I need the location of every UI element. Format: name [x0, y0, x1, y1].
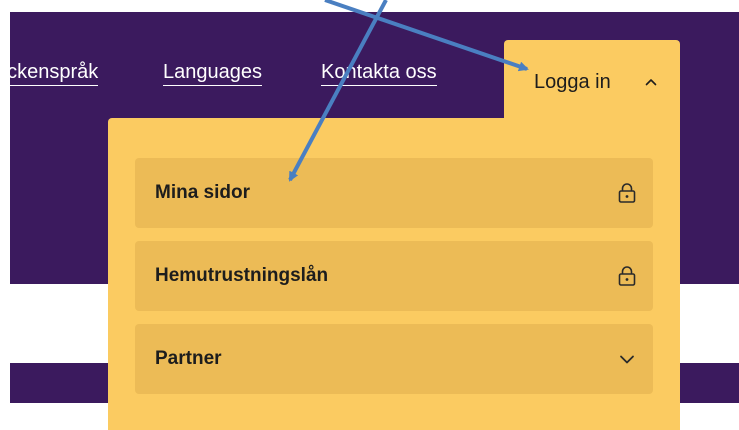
screenshot-stage: eckenspråk Languages Kontakta oss Mina s… — [0, 0, 739, 430]
menu-item-label: Partner — [155, 348, 222, 369]
menu-item-label: Hemutrustningslån — [155, 265, 329, 286]
chevron-up-icon — [645, 79, 657, 86]
lock-icon — [618, 183, 636, 203]
chevron-down-icon — [620, 355, 634, 364]
menu-item-hemutrustningslan[interactable]: Hemutrustningslån — [135, 241, 653, 311]
nav-link-contact[interactable]: Kontakta oss — [321, 60, 437, 86]
nav-link-languages[interactable]: Languages — [163, 60, 262, 86]
login-dropdown-panel: Mina sidor Hemutrustningslån Partner — [108, 118, 680, 430]
menu-item-mina-sidor[interactable]: Mina sidor — [135, 158, 653, 228]
lock-icon — [618, 266, 636, 286]
menu-item-label: Mina sidor — [155, 182, 251, 203]
login-toggle-button[interactable]: Logga in — [504, 40, 680, 130]
menu-item-partner[interactable]: Partner — [135, 324, 653, 394]
login-label: Logga in — [534, 71, 611, 93]
nav-link-sign-language[interactable]: eckenspråk — [0, 60, 99, 86]
